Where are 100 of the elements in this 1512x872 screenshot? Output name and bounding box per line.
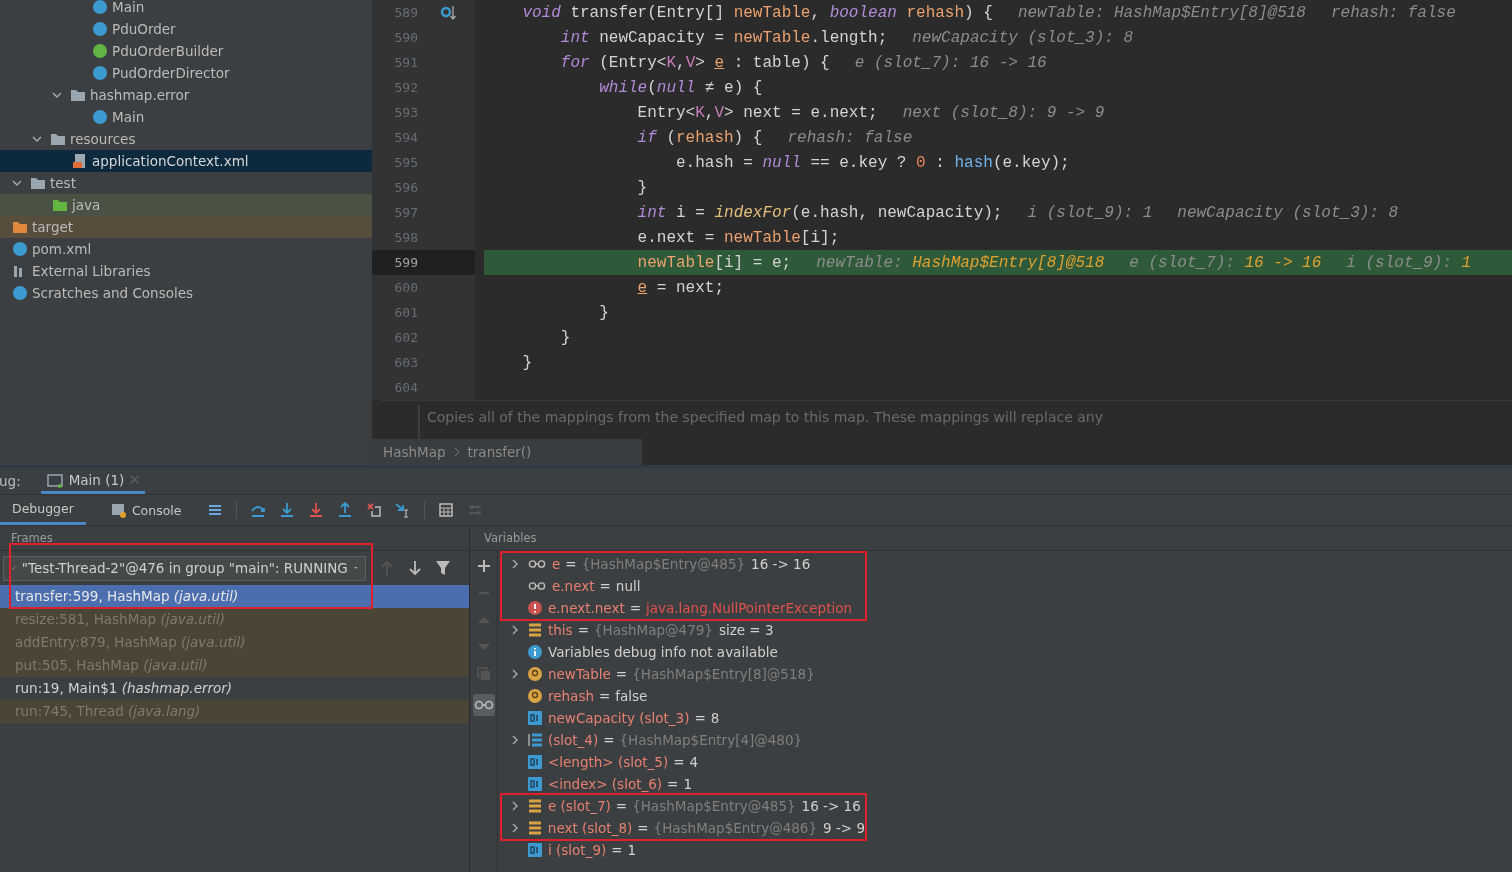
line-number: 604 xyxy=(393,380,418,395)
inline-value-hint: newCapacity (slot_3): 8 xyxy=(1177,203,1399,222)
variable-entry[interactable]: <index> (slot_6) = 1 xyxy=(548,776,692,792)
line-number: 601 xyxy=(393,305,418,320)
step-out-icon[interactable] xyxy=(336,502,353,518)
line-number: 592 xyxy=(393,80,418,95)
chevron-icon[interactable] xyxy=(52,90,62,100)
run-to-cursor-icon[interactable] xyxy=(394,502,411,518)
code-line: Entry<K,V> next = e.next; xyxy=(637,103,878,122)
tree-item[interactable]: java xyxy=(0,194,372,216)
line-number: 593 xyxy=(393,105,418,120)
variable-entry[interactable]: newTable = {HashMap$Entry[8]@518} xyxy=(548,666,821,682)
tree-item[interactable]: resources xyxy=(0,128,372,150)
view-tab[interactable]: Console xyxy=(98,495,194,525)
inline-value-hint: rehash: false xyxy=(1330,3,1456,22)
line-number: 598 xyxy=(393,230,418,245)
variable-entry[interactable]: e.next = null xyxy=(552,578,641,594)
force-step-into-icon[interactable] xyxy=(307,502,324,518)
chevron-icon[interactable] xyxy=(12,178,22,188)
folder-icon xyxy=(12,219,28,235)
glasses-icon xyxy=(528,581,546,591)
primitive-icon xyxy=(528,843,542,857)
line-number: 595 xyxy=(393,155,418,170)
glasses-icon xyxy=(528,559,546,569)
primitive-icon xyxy=(528,711,542,725)
panel-title: Frames xyxy=(10,530,54,547)
file-icon xyxy=(12,241,28,257)
folder-icon xyxy=(50,131,66,147)
variable-entry[interactable]: e = {HashMap$Entry@485} 16 -> 16 xyxy=(552,556,811,572)
filter-icon[interactable] xyxy=(436,560,450,576)
line-number: 602 xyxy=(393,330,418,345)
folder-icon xyxy=(30,175,46,191)
line-number: 600 xyxy=(393,280,418,295)
tree-item[interactable]: target xyxy=(0,216,372,238)
arrow-down-icon[interactable] xyxy=(408,560,422,576)
tree-item[interactable]: pom.xml xyxy=(0,238,372,260)
breadcrumb[interactable]: HashMap xyxy=(383,444,446,460)
thread-dropdown[interactable]: "Test-Thread-2"@476 in group "main": RUNNING xyxy=(3,555,366,581)
variable-entry[interactable]: Variables debug info not available xyxy=(548,644,778,660)
watches-toggle[interactable] xyxy=(472,694,495,716)
session-tab[interactable]: Main (1) xyxy=(40,468,146,494)
variable-entry[interactable]: rehash = false xyxy=(548,688,648,704)
chevron-icon[interactable] xyxy=(510,735,520,745)
folder-icon xyxy=(52,197,68,213)
glasses-icon xyxy=(473,700,494,710)
variable-entry[interactable]: (slot_4) = {HashMap$Entry[4]@480} xyxy=(548,732,809,748)
chevron-icon[interactable] xyxy=(32,134,42,144)
file-icon xyxy=(92,65,108,81)
code-line: for (Entry<K,V> e : table) { xyxy=(560,53,830,72)
variable-entry[interactable]: next (slot_8) = {HashMap$Entry@486} 9 -> 9 xyxy=(547,820,865,836)
variable-entry[interactable]: <length> (slot_5) = 4 xyxy=(548,754,699,770)
inline-value-hint: newCapacity (slot_3): 8 xyxy=(912,28,1134,47)
inline-value-hint: i (slot_9): 1 xyxy=(1346,253,1472,272)
tool-window-title: ug: xyxy=(0,473,21,489)
info-icon xyxy=(528,645,542,659)
field-icon xyxy=(528,799,542,813)
file-icon xyxy=(92,43,108,59)
method-marker-icon[interactable] xyxy=(440,4,456,21)
add-icon[interactable] xyxy=(476,559,491,573)
tree-item[interactable]: applicationContext.xml xyxy=(0,150,372,172)
panel-title: Variables xyxy=(470,526,1512,551)
code-line: if (rehash) { xyxy=(637,128,763,147)
calculator-icon[interactable] xyxy=(437,502,454,518)
tree-item[interactable]: PduOrderBuilder xyxy=(0,40,372,62)
breadcrumb[interactable]: transfer() xyxy=(467,444,532,460)
code-line: void transfer(Entry[] newTable, boolean rehash) { xyxy=(522,3,993,22)
chevron-icon[interactable] xyxy=(510,559,520,569)
variable-entry[interactable]: newCapacity (slot_3) = 8 xyxy=(548,710,720,726)
stack-frame[interactable]: transfer:599, HashMap (java.util) xyxy=(0,585,469,608)
tree-item[interactable]: Main xyxy=(0,106,372,128)
inline-value-hint: i (slot_9): 1 xyxy=(1027,203,1153,222)
field-icon xyxy=(528,623,542,637)
code-line: } xyxy=(522,353,532,372)
chevron-icon[interactable] xyxy=(510,801,520,811)
chevron-icon xyxy=(453,447,460,457)
variable-entry[interactable]: e.next.next = java.lang.NullPointerException xyxy=(548,600,852,616)
tree-item[interactable]: Scratches and Consoles xyxy=(0,282,372,304)
inline-value-hint: rehash: false xyxy=(787,128,913,147)
tree-item[interactable]: Main xyxy=(0,0,372,18)
view-tab[interactable]: Debugger xyxy=(0,495,86,525)
line-number: 596 xyxy=(393,180,418,195)
variable-entry[interactable]: e (slot_7) = {HashMap$Entry@485} 16 -> 16 xyxy=(548,798,861,814)
tree-item[interactable]: PduOrder xyxy=(0,18,372,40)
code-line: int i = indexFor(e.hash, newCapacity); xyxy=(637,203,1003,222)
chevron-icon[interactable] xyxy=(510,625,520,635)
tree-item[interactable]: External Libraries xyxy=(0,260,372,282)
error-icon xyxy=(528,601,542,615)
variable-entry[interactable]: this = {HashMap@479} size = 3 xyxy=(548,622,774,638)
line-number: 589 xyxy=(393,5,418,20)
step-into-icon[interactable] xyxy=(278,502,295,518)
tree-item[interactable]: hashmap.error xyxy=(0,84,372,106)
chevron-icon[interactable] xyxy=(510,669,520,679)
tree-item[interactable]: test xyxy=(0,172,372,194)
list-icon[interactable] xyxy=(206,502,223,518)
drop-frame-icon[interactable] xyxy=(365,502,382,518)
variable-entry[interactable]: i (slot_9) = 1 xyxy=(548,842,637,858)
tree-item[interactable]: PudOrderDirector xyxy=(0,62,372,84)
console-icon xyxy=(110,502,127,518)
line-number: 594 xyxy=(393,130,418,145)
file-icon xyxy=(92,21,108,37)
